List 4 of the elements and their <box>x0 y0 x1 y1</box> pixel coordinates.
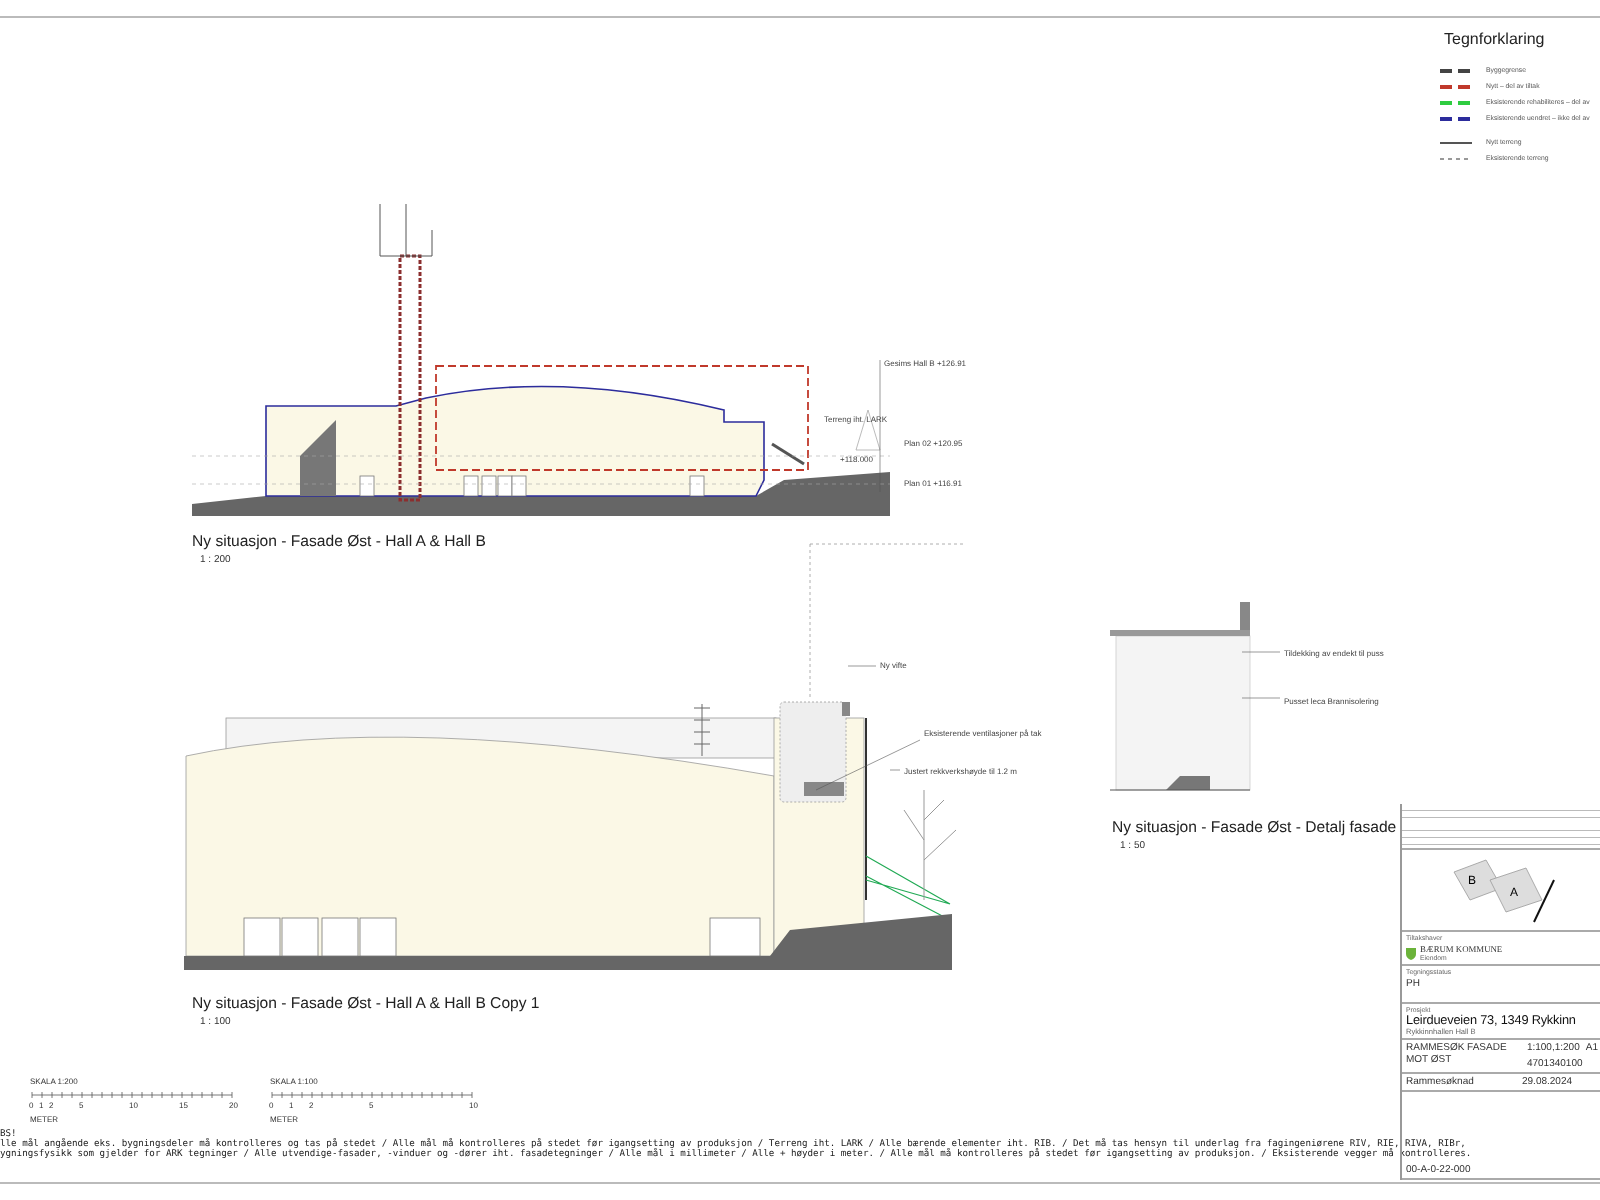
scale-bar-icon <box>30 1090 234 1100</box>
shield-logo-icon <box>1406 947 1416 959</box>
scale-bar-icon <box>270 1090 474 1100</box>
legend-title: Tegnforklaring <box>1444 30 1545 48</box>
